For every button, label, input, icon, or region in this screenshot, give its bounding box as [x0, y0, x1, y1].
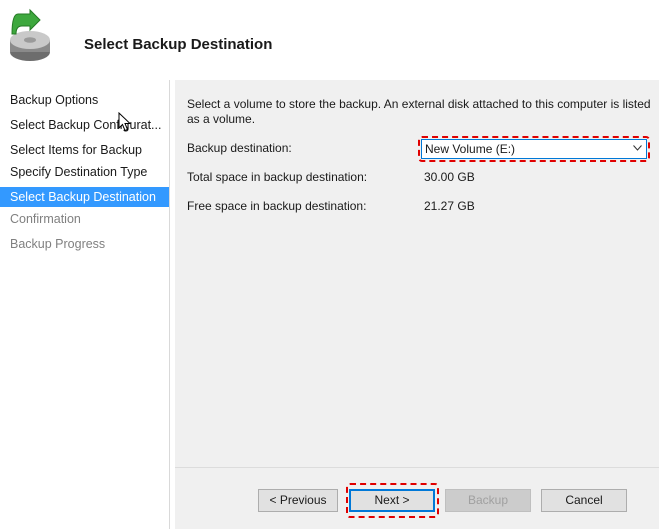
free-space-value: 21.27 GB [424, 199, 475, 213]
step-backup-options[interactable]: Backup Options [0, 90, 169, 110]
step-select-items-for-backup[interactable]: Select Items for Backup [0, 140, 169, 160]
backup-disk-icon [10, 8, 50, 61]
step-confirmation: Confirmation [10, 212, 81, 226]
backup-destination-label: Backup destination: [187, 141, 292, 155]
total-space-value: 30.00 GB [424, 170, 475, 184]
mouse-cursor-icon [118, 112, 132, 132]
step-backup-progress: Backup Progress [10, 237, 106, 251]
total-space-label: Total space in backup destination: [187, 170, 368, 184]
wizard-steps-sidebar: Backup Options Select Backup Configurat.… [0, 80, 170, 529]
step-select-backup-destination[interactable]: Select Backup Destination [0, 187, 169, 207]
wizard-header: Select Backup Destination [0, 0, 659, 80]
backup-destination-dropdown[interactable]: New Volume (E:) [421, 139, 647, 159]
chevron-down-icon [633, 145, 642, 151]
step-select-backup-configuration[interactable]: Select Backup Configurat... [0, 115, 169, 135]
previous-button[interactable]: < Previous [258, 489, 338, 512]
backup-destination-selected-value: New Volume (E:) [425, 142, 516, 156]
cancel-button[interactable]: Cancel [541, 489, 627, 512]
page-title: Select Backup Destination [84, 36, 273, 53]
free-space-label: Free space in backup destination: [187, 199, 367, 213]
backup-button: Backup [445, 489, 531, 512]
next-highlight-box [346, 483, 439, 518]
step-specify-destination-type[interactable]: Specify Destination Type [0, 162, 169, 182]
instructions-text: Select a volume to store the backup. An … [187, 97, 651, 126]
